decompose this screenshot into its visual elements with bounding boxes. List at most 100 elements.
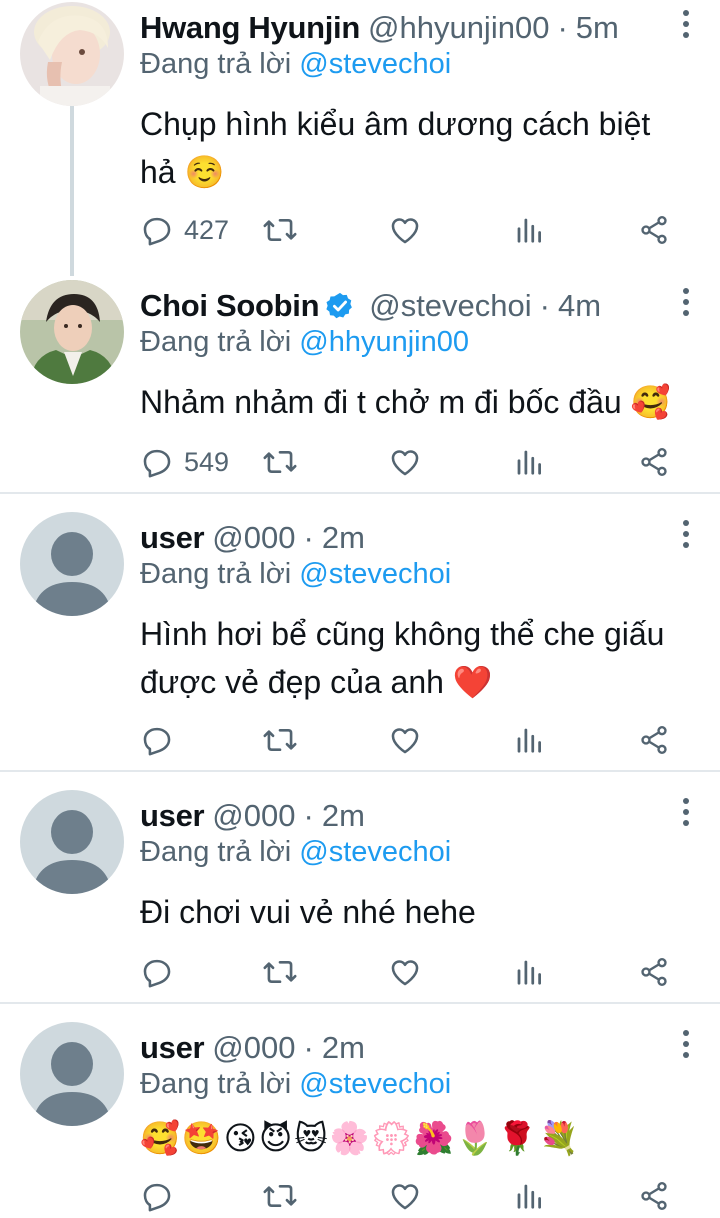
share-button[interactable] xyxy=(638,442,670,482)
replying-to: Đang trả lời @hhyunjin00 xyxy=(140,326,469,359)
timestamp[interactable]: 4m xyxy=(558,288,601,324)
user-handle[interactable]: @stevechoi xyxy=(369,288,531,324)
reply-count: 427 xyxy=(184,214,230,245)
more-icon[interactable] xyxy=(680,1030,692,1062)
share-button[interactable] xyxy=(638,1176,670,1216)
share-icon xyxy=(641,448,667,476)
retweet-button[interactable] xyxy=(262,210,298,250)
replying-to: Đang trả lời @stevechoi xyxy=(140,1068,451,1101)
separator-dot: · xyxy=(303,520,314,555)
like-icon xyxy=(391,450,419,476)
timestamp[interactable]: 2m xyxy=(322,798,365,834)
tweet-text-line: Nhảm nhảm đi t chở m đi bốc đầu 🥰 xyxy=(140,384,671,420)
reply-button[interactable] xyxy=(140,720,174,760)
share-button[interactable] xyxy=(638,952,670,992)
views-button[interactable] xyxy=(514,442,544,482)
tweet[interactable]: user @000 · 2m Đang trả lời @stevechoi H… xyxy=(0,510,720,770)
replying-prefix: Đang trả lời xyxy=(140,836,292,868)
share-button[interactable] xyxy=(638,720,670,760)
views-button[interactable] xyxy=(514,720,544,760)
replying-prefix: Đang trả lời xyxy=(140,1068,292,1100)
retweet-button[interactable] xyxy=(262,720,298,760)
tweet-divider xyxy=(0,770,720,772)
like-button[interactable] xyxy=(388,210,422,250)
share-icon xyxy=(641,1182,667,1210)
display-name[interactable]: Hwang Hyunjin xyxy=(140,10,360,46)
tweet[interactable]: Hwang Hyunjin @hhyunjin00 · 5m Đang trả … xyxy=(0,0,720,268)
tweet-actions xyxy=(140,1176,680,1216)
mention-link[interactable]: @stevechoi xyxy=(299,1068,451,1100)
like-button[interactable] xyxy=(388,1176,422,1216)
tweet-header: Choi Soobin @stevechoi · 4m xyxy=(140,286,601,326)
tweet[interactable]: user @000 · 2m Đang trả lời @stevechoi Đ… xyxy=(0,788,720,1002)
avatar[interactable] xyxy=(20,1022,124,1126)
user-handle[interactable]: @000 xyxy=(212,520,295,556)
views-button[interactable] xyxy=(514,952,544,992)
timestamp[interactable]: 5m xyxy=(576,10,619,46)
tweet[interactable]: Choi Soobin @stevechoi · 4m Đang trả lời… xyxy=(0,278,720,492)
separator-dot: · xyxy=(303,798,314,833)
tweet-divider xyxy=(0,492,720,494)
retweet-button[interactable] xyxy=(262,1176,298,1216)
tweet-header: user @000 · 2m xyxy=(140,796,365,836)
more-icon[interactable] xyxy=(680,798,692,830)
tweet-actions: 549 xyxy=(140,442,680,482)
mention-link[interactable]: @stevechoi xyxy=(299,48,451,80)
like-button[interactable] xyxy=(388,952,422,992)
reply-icon xyxy=(143,217,171,246)
views-button[interactable] xyxy=(514,210,544,250)
retweet-button[interactable] xyxy=(262,952,298,992)
user-handle[interactable]: @000 xyxy=(212,798,295,834)
reply-button[interactable] xyxy=(140,952,174,992)
retweet-icon xyxy=(263,960,297,984)
replying-prefix: Đang trả lời xyxy=(140,326,292,358)
display-name[interactable]: user xyxy=(140,520,205,556)
more-icon[interactable] xyxy=(680,288,692,320)
reply-icon xyxy=(143,727,171,756)
timestamp[interactable]: 2m xyxy=(322,520,365,556)
reply-button[interactable]: 427 xyxy=(140,210,229,250)
tweet-text-line: Đi chơi vui vẻ nhé hehe xyxy=(140,894,476,930)
avatar[interactable] xyxy=(20,2,124,106)
tweet-text: Nhảm nhảm đi t chở m đi bốc đầu 🥰 xyxy=(140,378,700,426)
display-name[interactable]: user xyxy=(140,1030,205,1066)
retweet-icon xyxy=(263,450,297,474)
tweet[interactable]: user @000 · 2m Đang trả lời @stevechoi 🥰… xyxy=(0,1020,720,1218)
views-icon xyxy=(517,1184,541,1209)
share-icon xyxy=(641,726,667,754)
mention-link[interactable]: @stevechoi xyxy=(299,558,451,590)
retweet-button[interactable] xyxy=(262,442,298,482)
more-icon[interactable] xyxy=(680,520,692,552)
display-name[interactable]: Choi Soobin xyxy=(140,288,320,324)
tweet-text-line: Hình hơi bể cũng không thể che giấu xyxy=(140,616,665,652)
like-button[interactable] xyxy=(388,720,422,760)
user-handle[interactable]: @000 xyxy=(212,1030,295,1066)
replying-prefix: Đang trả lời xyxy=(140,558,292,590)
avatar[interactable] xyxy=(20,512,124,616)
tweet-actions: 427 xyxy=(140,210,680,250)
like-button[interactable] xyxy=(388,442,422,482)
tweet-header: user @000 · 2m xyxy=(140,518,365,558)
reply-button[interactable] xyxy=(140,1176,174,1216)
tweet-header: Hwang Hyunjin @hhyunjin00 · 5m xyxy=(140,8,619,48)
reply-count: 549 xyxy=(184,446,230,477)
like-icon xyxy=(391,1184,419,1210)
reply-icon xyxy=(143,449,171,478)
mention-link[interactable]: @stevechoi xyxy=(299,836,451,868)
tweet-actions xyxy=(140,720,680,760)
tweet-actions xyxy=(140,952,680,992)
reply-icon xyxy=(143,959,171,988)
tweet-header: user @000 · 2m xyxy=(140,1028,365,1068)
reply-button[interactable]: 549 xyxy=(140,442,229,482)
display-name[interactable]: user xyxy=(140,798,205,834)
mention-link[interactable]: @hhyunjin00 xyxy=(299,326,469,358)
replying-prefix: Đang trả lời xyxy=(140,48,292,80)
views-button[interactable] xyxy=(514,1176,544,1216)
avatar[interactable] xyxy=(20,280,124,384)
user-handle[interactable]: @hhyunjin00 xyxy=(368,10,549,46)
timestamp[interactable]: 2m xyxy=(322,1030,365,1066)
more-icon[interactable] xyxy=(680,10,692,42)
replying-to: Đang trả lời @stevechoi xyxy=(140,558,451,591)
avatar[interactable] xyxy=(20,790,124,894)
share-button[interactable] xyxy=(638,210,670,250)
